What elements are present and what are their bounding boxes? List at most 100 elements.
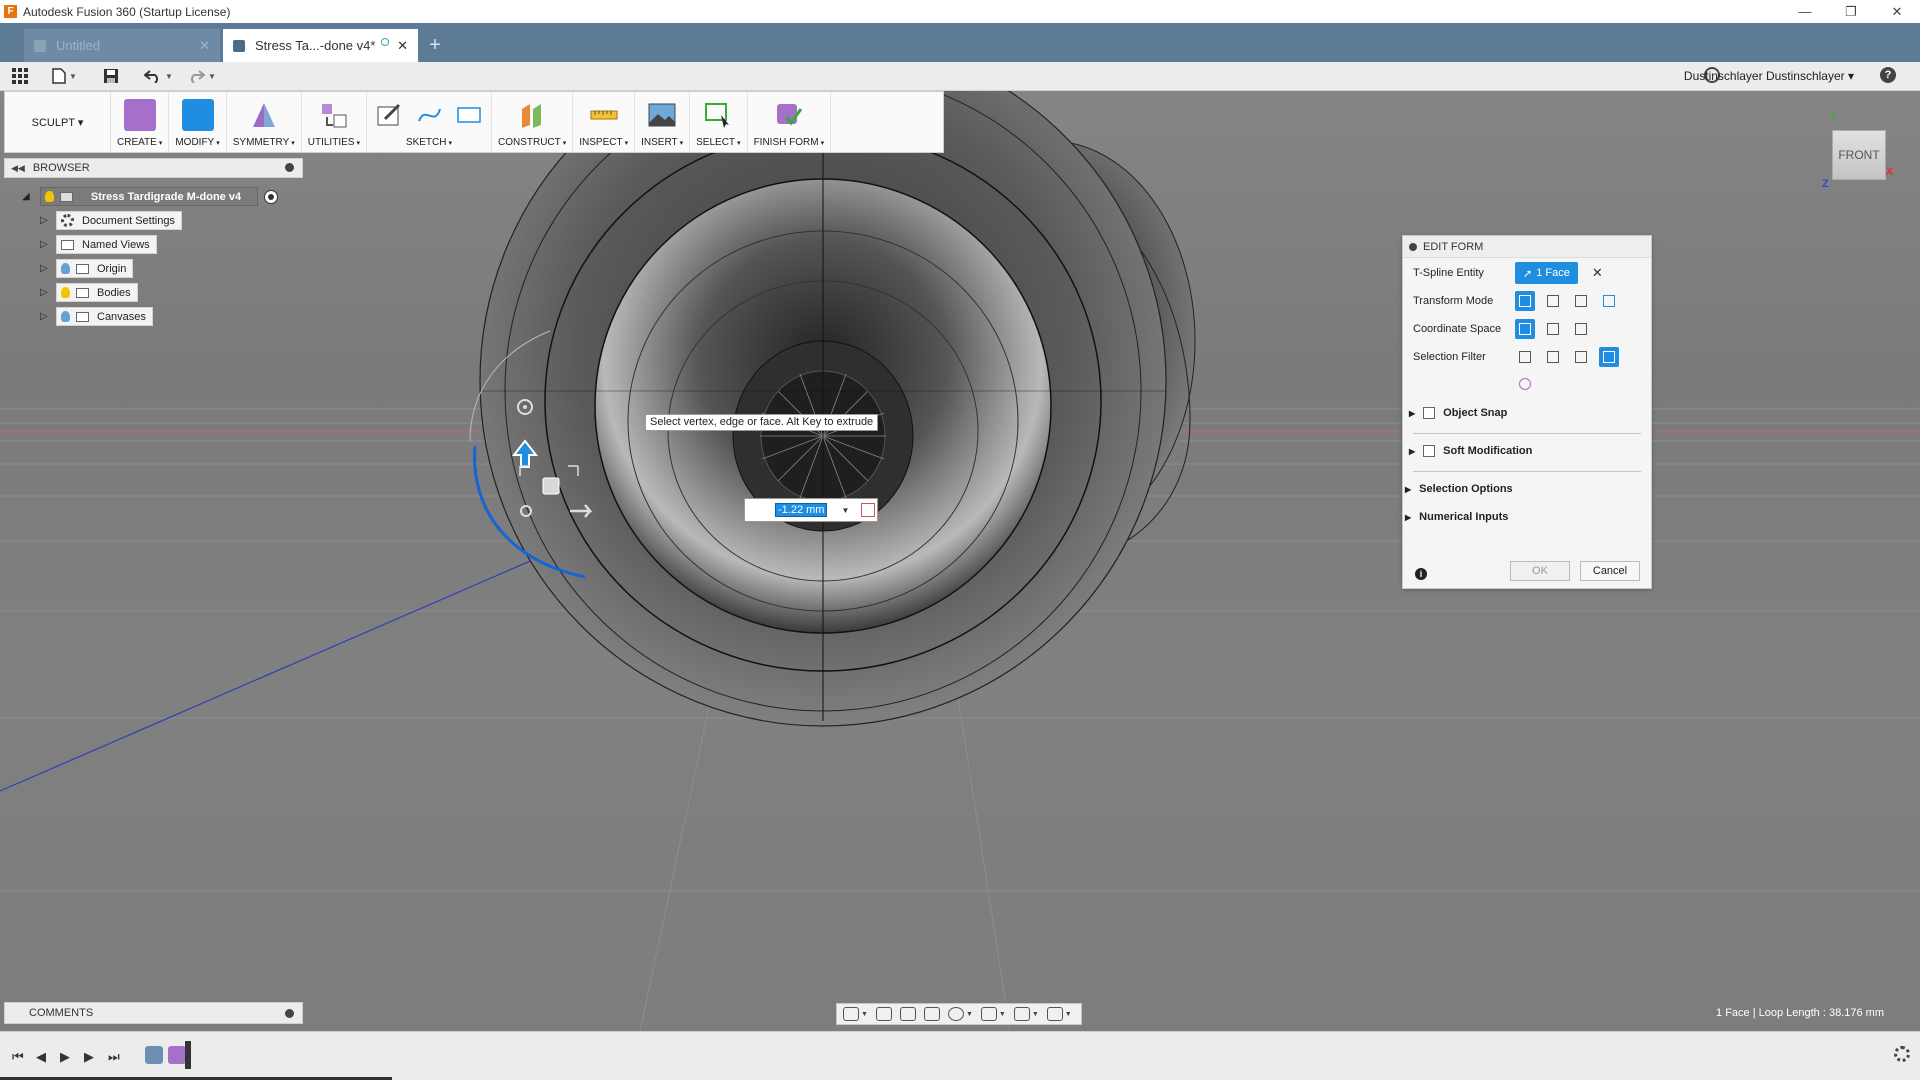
visibility-bulb-icon[interactable] xyxy=(61,263,70,274)
activate-component-icon[interactable] xyxy=(264,189,278,204)
ok-button[interactable]: OK xyxy=(1510,561,1570,581)
look-at-icon[interactable] xyxy=(875,1007,892,1021)
play-icon[interactable]: ▶ xyxy=(60,1049,70,1065)
go-to-start-icon[interactable]: ⏮ xyxy=(12,1049,24,1065)
user-account-menu[interactable]: Dustinschlayer Dustinschlayer ▾ xyxy=(1684,69,1854,83)
browser-panel-header[interactable]: ◀◀ BROWSER xyxy=(4,158,303,178)
expand-triangle-icon[interactable]: ▶ xyxy=(1409,447,1415,456)
select-window-icon[interactable] xyxy=(702,99,734,131)
minimize-button[interactable]: — xyxy=(1782,0,1828,23)
distance-input[interactable]: -1.22 mm ▼ xyxy=(744,498,878,522)
orbit-icon[interactable] xyxy=(843,1007,859,1021)
collapse-dialog-icon[interactable] xyxy=(1409,242,1417,251)
add-comment-icon[interactable] xyxy=(285,1009,294,1018)
select-group[interactable]: SELECT ▾ xyxy=(690,92,748,152)
expand-triangle-icon[interactable]: ▷ xyxy=(40,239,50,250)
clear-selection-icon[interactable]: ✕ xyxy=(1592,265,1603,281)
root-component[interactable]: Stress Tardigrade M-done v4 xyxy=(40,187,258,206)
browser-item-origin[interactable]: ▷ Origin xyxy=(40,259,134,278)
expand-triangle-icon[interactable]: ▶ xyxy=(1405,513,1411,522)
bodies-node[interactable]: Bodies xyxy=(56,283,138,302)
rectangle-icon[interactable] xyxy=(453,99,485,131)
mirror-symmetry-icon[interactable] xyxy=(248,99,280,131)
visibility-bulb-icon[interactable] xyxy=(45,191,54,202)
expand-triangle-icon[interactable]: ▶ xyxy=(1405,485,1411,494)
expand-triangle-icon[interactable]: ▷ xyxy=(40,215,50,226)
object-snap-checkbox[interactable] xyxy=(1423,407,1436,419)
body-filter-icon[interactable] xyxy=(1515,374,1535,394)
browser-item-named-views[interactable]: ▷ Named Views xyxy=(40,235,157,254)
visibility-bulb-icon[interactable] xyxy=(61,311,70,322)
coordinate-toggle-icon[interactable] xyxy=(861,503,876,517)
create-sketch-icon[interactable] xyxy=(373,99,405,131)
offset-plane-icon[interactable] xyxy=(516,99,548,131)
timeline-settings-gear-icon[interactable] xyxy=(1894,1046,1910,1062)
undo-icon[interactable]: ▼ xyxy=(144,67,173,85)
browser-item-bodies[interactable]: ▷ Bodies xyxy=(40,283,138,302)
step-back-icon[interactable]: ◀ xyxy=(36,1049,46,1065)
create-box-icon[interactable] xyxy=(123,99,156,131)
workspace-switcher[interactable]: SCULPT ▾ xyxy=(5,92,111,152)
dialog-header[interactable]: EDIT FORM xyxy=(1403,236,1651,258)
dropdown-caret-icon[interactable]: ▼ xyxy=(841,506,849,515)
rotate-icon[interactable] xyxy=(1571,291,1591,311)
browser-item-canvases[interactable]: ▷ Canvases xyxy=(40,307,153,326)
utilities-group[interactable]: UTILITIES ▾ xyxy=(302,92,367,152)
entity-selection-button[interactable]: ➚ 1 Face xyxy=(1515,262,1578,284)
expand-triangle-icon[interactable]: ▶ xyxy=(1409,409,1415,418)
comments-panel-header[interactable]: COMMENTS xyxy=(4,1002,303,1024)
utilities-icon[interactable] xyxy=(318,99,350,131)
vertex-filter-icon[interactable] xyxy=(1515,347,1535,367)
timeline-marker[interactable] xyxy=(185,1041,191,1069)
sketch-group[interactable]: SKETCH ▾ xyxy=(367,92,492,152)
redo-icon[interactable]: ▼ xyxy=(187,67,216,85)
canvases-node[interactable]: Canvases xyxy=(56,307,153,326)
viewcube[interactable]: FRONT xyxy=(1832,130,1886,180)
construct-group[interactable]: CONSTRUCT ▾ xyxy=(492,92,574,152)
spline-icon[interactable] xyxy=(413,99,445,131)
data-panel-grid-icon[interactable] xyxy=(12,67,28,85)
object-filter-icon[interactable] xyxy=(1599,347,1619,367)
world-space-icon[interactable] xyxy=(1515,319,1535,339)
insert-image-icon[interactable] xyxy=(646,99,678,131)
zoom-icon[interactable] xyxy=(923,1007,940,1021)
symmetry-group[interactable]: SYMMETRY ▾ xyxy=(227,92,302,152)
translate-icon[interactable] xyxy=(1543,291,1563,311)
soft-modification-checkbox[interactable] xyxy=(1423,445,1436,457)
display-settings-icon[interactable] xyxy=(980,1007,997,1021)
cancel-button[interactable]: Cancel xyxy=(1580,561,1640,581)
modify-group[interactable]: MODIFY ▾ xyxy=(169,92,227,152)
named-views-node[interactable]: Named Views xyxy=(56,235,157,254)
tab-stress-tardigrade[interactable]: Stress Ta...-done v4* ✕ xyxy=(223,29,418,62)
inspect-group[interactable]: INSPECT ▾ xyxy=(573,92,636,152)
pin-icon[interactable] xyxy=(285,163,294,172)
finish-form-group[interactable]: FINISH FORM ▾ xyxy=(748,92,832,152)
tab-untitled[interactable]: Untitled ✕ xyxy=(24,29,220,62)
grid-settings-icon[interactable] xyxy=(1013,1007,1030,1021)
create-group[interactable]: CREATE ▾ xyxy=(111,92,170,152)
local-space-icon[interactable] xyxy=(1571,319,1591,339)
browser-root-node[interactable]: ◢ Stress Tardigrade M-done v4 xyxy=(22,187,278,206)
measure-ruler-icon[interactable] xyxy=(588,99,620,131)
expand-triangle-icon[interactable]: ▷ xyxy=(40,263,50,274)
expand-triangle-icon[interactable]: ▷ xyxy=(40,287,50,298)
edit-form-icon[interactable] xyxy=(181,99,214,131)
numerical-inputs-section[interactable]: ▶ Numerical Inputs xyxy=(1405,505,1639,529)
save-icon[interactable] xyxy=(103,67,119,85)
help-icon[interactable]: ? xyxy=(1880,67,1896,83)
selection-options-section[interactable]: ▶ Selection Options xyxy=(1405,477,1639,501)
document-settings-node[interactable]: Document Settings xyxy=(56,211,182,230)
restore-button[interactable]: ❐ xyxy=(1828,0,1874,23)
go-to-end-icon[interactable]: ⏭ xyxy=(108,1049,120,1065)
info-icon[interactable]: i xyxy=(1415,568,1427,580)
insert-group[interactable]: INSERT ▾ xyxy=(635,92,691,152)
browser-item-document-settings[interactable]: ▷ Document Settings xyxy=(40,211,182,230)
finish-form-check-icon[interactable] xyxy=(773,99,805,131)
origin-node[interactable]: Origin xyxy=(56,259,134,278)
edge-filter-icon[interactable] xyxy=(1543,347,1563,367)
multi-transform-icon[interactable] xyxy=(1515,291,1535,311)
expand-triangle-icon[interactable]: ▷ xyxy=(40,311,50,322)
viewports-icon[interactable] xyxy=(1046,1007,1063,1021)
form-feature-icon[interactable] xyxy=(168,1046,186,1064)
close-window-button[interactable]: ✕ xyxy=(1874,0,1920,23)
